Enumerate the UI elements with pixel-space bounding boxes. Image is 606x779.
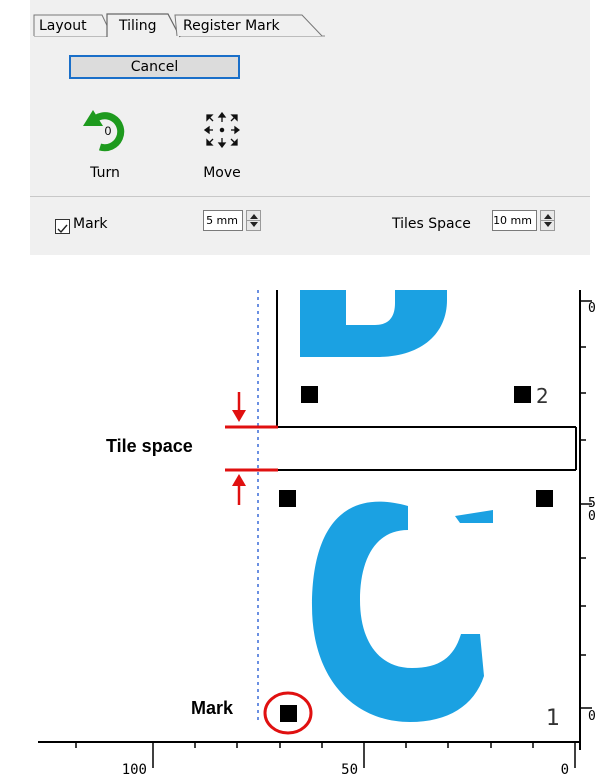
ruler-label: 100 bbox=[122, 762, 147, 778]
register-mark bbox=[280, 705, 297, 722]
ruler-label: 0 bbox=[588, 509, 596, 524]
register-mark bbox=[301, 386, 318, 403]
tile-space-annotation: Tile space bbox=[106, 436, 193, 456]
tiling-preview: 2 1 0 5 0 0 100 50 0 bbox=[38, 290, 596, 778]
register-mark bbox=[279, 490, 296, 507]
register-mark bbox=[536, 490, 553, 507]
mark-annotation: Mark bbox=[191, 698, 234, 718]
ruler-label: 50 bbox=[341, 762, 358, 778]
register-mark bbox=[514, 386, 531, 403]
tile-number-1: 1 bbox=[546, 706, 560, 731]
ruler-label: 0 bbox=[588, 709, 596, 724]
right-ruler: 0 5 0 0 bbox=[579, 290, 596, 750]
tile-number-2: 2 bbox=[536, 384, 549, 408]
ruler-label: 0 bbox=[588, 301, 596, 316]
ruler-label: 0 bbox=[561, 762, 569, 778]
bottom-ruler: 100 50 0 bbox=[38, 741, 580, 778]
